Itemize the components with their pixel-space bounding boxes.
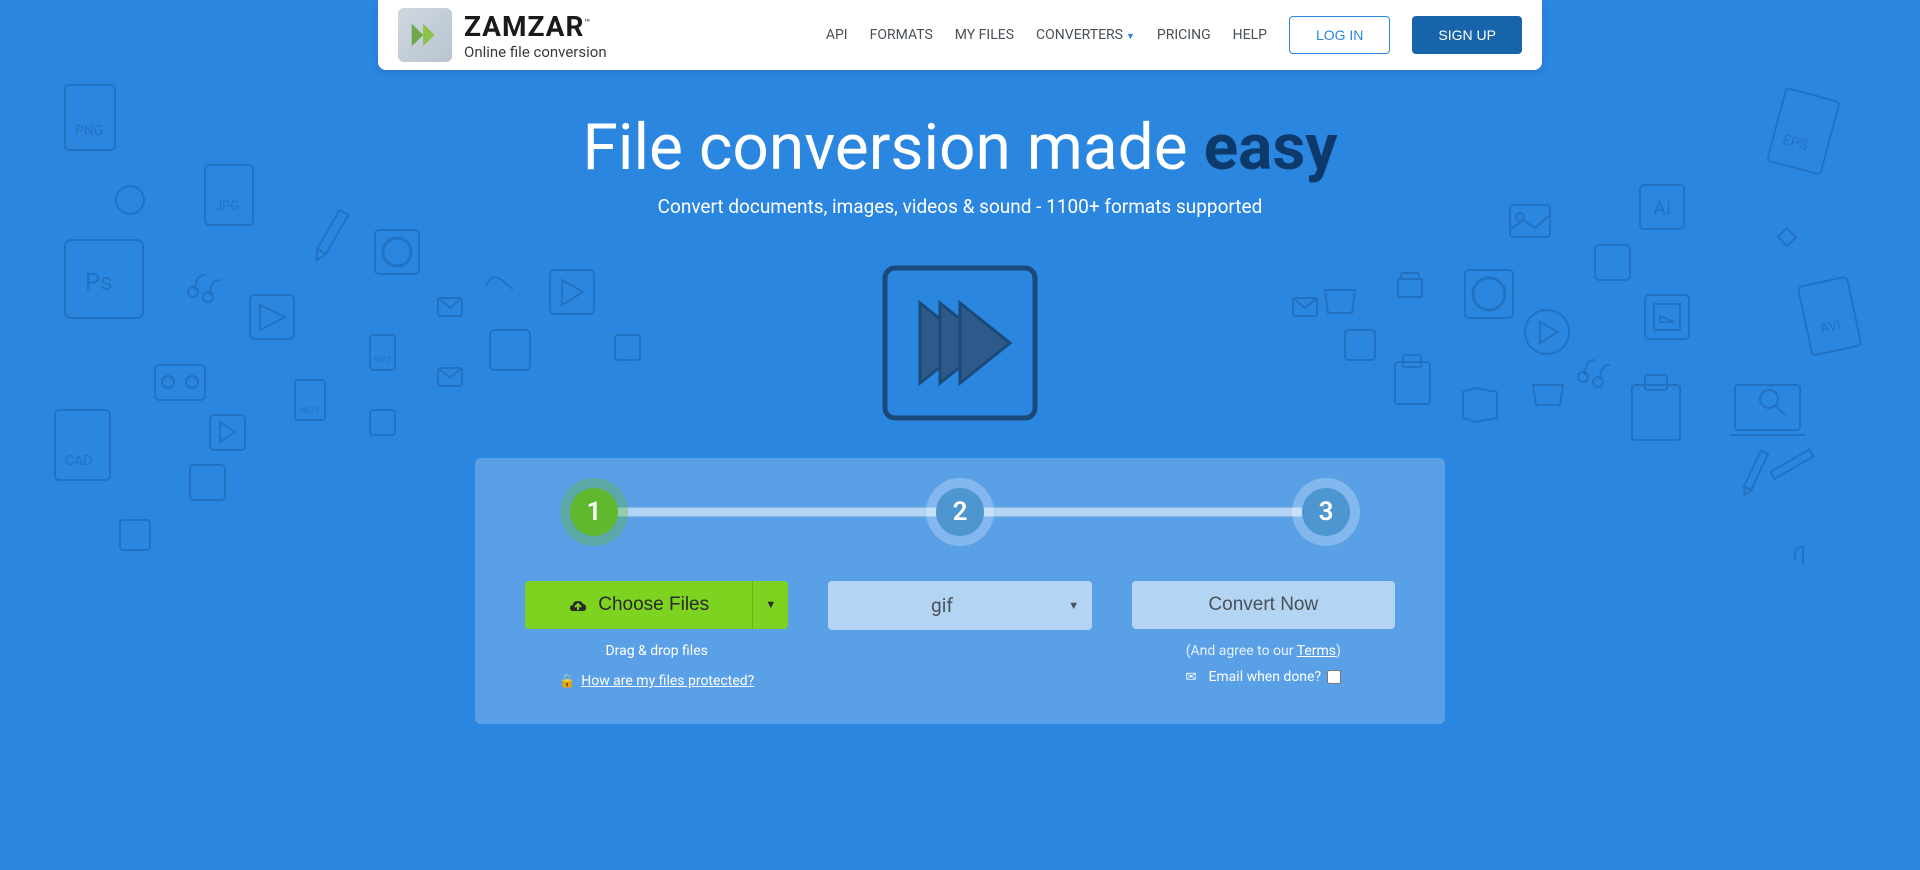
chevron-down-icon: ▼ bbox=[1126, 32, 1135, 42]
step-1: 1 bbox=[570, 488, 618, 536]
logo-icon bbox=[398, 8, 452, 62]
format-value: gif bbox=[828, 581, 1055, 630]
main-nav: API FORMATS MY FILES CONVERTERS▼ PRICING… bbox=[826, 16, 1522, 54]
signup-button[interactable]: SIGN UP bbox=[1412, 16, 1522, 54]
nav-help[interactable]: HELP bbox=[1233, 27, 1267, 43]
email-when-done-checkbox[interactable] bbox=[1327, 670, 1341, 684]
step-3: 3 bbox=[1302, 488, 1350, 536]
trademark: ™ bbox=[584, 18, 591, 28]
choose-files-button[interactable]: Choose Files bbox=[525, 581, 752, 629]
email-when-done-label: Email when done? bbox=[1208, 669, 1321, 685]
chevron-down-icon[interactable]: ▼ bbox=[1056, 581, 1092, 630]
header-bar: ZAMZAR™ Online file conversion API FORMA… bbox=[378, 0, 1542, 70]
nav-pricing[interactable]: PRICING bbox=[1157, 27, 1211, 43]
brand-tagline: Online file conversion bbox=[464, 43, 607, 61]
lock-icon: 🔒 bbox=[559, 674, 575, 689]
terms-link[interactable]: Terms bbox=[1297, 643, 1336, 659]
svg-text:MOV: MOV bbox=[300, 406, 320, 416]
dragdrop-hint: Drag & drop files bbox=[605, 643, 707, 659]
nav-converters[interactable]: CONVERTERS▼ bbox=[1036, 27, 1135, 43]
files-protected-link[interactable]: 🔒How are my files protected? bbox=[559, 673, 754, 689]
brand-name: ZAMZAR bbox=[464, 10, 584, 43]
convert-button[interactable]: Convert Now bbox=[1132, 581, 1395, 629]
nav-formats[interactable]: FORMATS bbox=[870, 27, 933, 43]
terms-text: (And agree to our Terms) bbox=[1186, 643, 1341, 659]
svg-text:Ps: Ps bbox=[85, 268, 113, 296]
mail-icon: ✉ bbox=[1186, 670, 1197, 685]
cloud-upload-icon bbox=[568, 596, 588, 614]
svg-text:MP3: MP3 bbox=[374, 355, 391, 364]
step-2: 2 bbox=[936, 488, 984, 536]
hero-subtitle: Convert documents, images, videos & soun… bbox=[20, 195, 1900, 218]
nav-api[interactable]: API bbox=[826, 27, 848, 43]
logo[interactable]: ZAMZAR™ Online file conversion bbox=[398, 8, 607, 62]
svg-text:AVI: AVI bbox=[1818, 317, 1842, 337]
login-button[interactable]: LOG IN bbox=[1289, 16, 1390, 54]
format-select[interactable]: gif ▼ bbox=[828, 581, 1091, 630]
svg-text:CAD: CAD bbox=[65, 453, 92, 469]
step-indicator: 1 2 3 bbox=[525, 488, 1395, 536]
hero: File conversion made easy Convert docume… bbox=[0, 70, 1920, 238]
converter-panel: 1 2 3 Choose Files ▼ Drag & drop files 🔒… bbox=[475, 458, 1445, 724]
hero-play-icon bbox=[875, 258, 1045, 428]
hero-title: File conversion made easy bbox=[20, 110, 1900, 185]
nav-myfiles[interactable]: MY FILES bbox=[955, 27, 1014, 43]
choose-files-dropdown[interactable]: ▼ bbox=[752, 581, 788, 629]
